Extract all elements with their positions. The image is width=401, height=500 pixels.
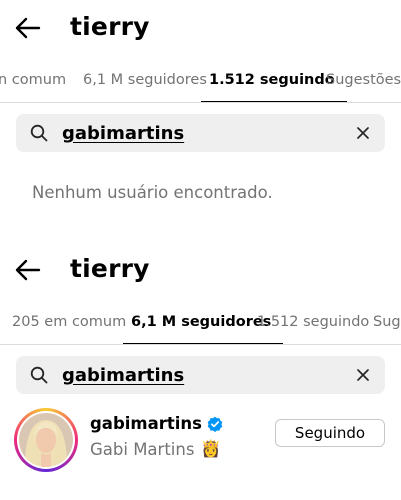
princess-emoji: 👸 [200,439,221,458]
following-panel: tierry n comum 6,1 M seguidores 1.512 se… [0,0,401,242]
close-icon[interactable] [355,367,371,383]
tab-bar: n comum 6,1 M seguidores 1.512 seguindo … [0,57,401,103]
tab-bar: 205 em comum 6,1 M seguidores 1.512 segu… [0,299,401,345]
search-icon [30,124,48,142]
header: tierry [0,242,401,302]
tab-in-common[interactable]: 205 em comum [12,299,126,345]
user-result-row[interactable]: gabimartins Gabi Martins 👸 Seguindo [14,406,387,472]
tabs-divider [0,102,401,103]
tab-suggestions[interactable]: Sug [373,299,401,345]
followers-panel: tierry 205 em comum 6,1 M seguidores 1.5… [0,242,401,500]
verified-badge-icon [207,416,223,432]
tab-in-common[interactable]: n comum [0,57,66,103]
search-input[interactable]: gabimartins [62,356,341,394]
page-title: tierry [70,12,150,41]
search-input[interactable]: gabimartins [62,114,341,152]
header: tierry [0,0,401,60]
search-bar: gabimartins [16,356,385,394]
result-full-name: Gabi Martins 👸 [90,439,221,459]
story-ring[interactable] [14,408,78,472]
search-icon [30,366,48,384]
tab-following[interactable]: 1.512 seguindo [257,299,369,345]
tab-followers[interactable]: 6,1 M seguidores [122,299,284,345]
tabs-divider [0,344,401,345]
close-icon[interactable] [355,125,371,141]
username-text: gabimartins [90,414,202,433]
back-button[interactable] [12,12,44,44]
following-button[interactable]: Seguindo [275,419,385,447]
back-arrow-icon [15,17,41,39]
full-name-text: Gabi Martins [90,439,195,459]
tab-suggestions[interactable]: Sugestões [326,57,401,103]
tab-followers[interactable]: 6,1 M seguidores [83,57,207,103]
result-username[interactable]: gabimartins [90,414,223,433]
avatar [19,413,73,467]
empty-result-message: Nenhum usuário encontrado. [32,183,273,202]
back-arrow-icon [15,259,41,281]
search-bar: gabimartins [16,114,385,152]
page-title: tierry [70,254,150,283]
back-button[interactable] [12,254,44,286]
tab-following[interactable]: 1.512 seguindo [201,57,347,103]
